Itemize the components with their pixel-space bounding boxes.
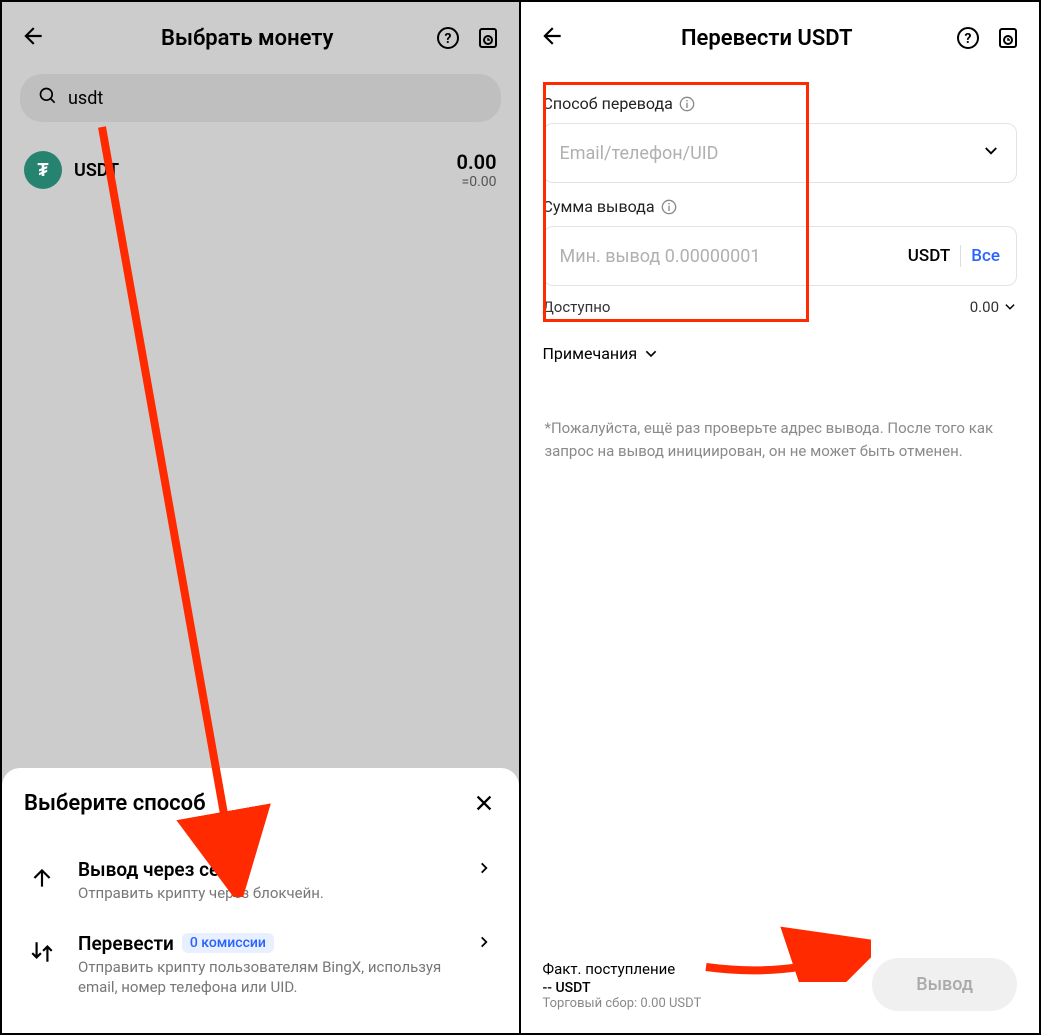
amount-field[interactable]: USDT Все — [543, 226, 1018, 286]
actual-receive-value: -- USDT — [543, 980, 702, 996]
disclaimer-text: *Пожалуйста, ещё раз проверьте адрес выв… — [543, 417, 1018, 462]
search-input[interactable] — [68, 88, 483, 109]
back-icon[interactable] — [20, 23, 46, 49]
chevron-down-icon — [643, 346, 659, 362]
chevron-right-icon — [477, 932, 497, 952]
submit-button[interactable]: Вывод — [872, 958, 1017, 1011]
swap-icon — [24, 932, 60, 972]
info-icon[interactable] — [661, 199, 677, 215]
divider — [960, 245, 961, 267]
page-title: Выбрать монету — [60, 26, 435, 51]
coin-balance-sub: =0.00 — [457, 174, 497, 190]
svg-text:?: ? — [965, 31, 972, 47]
currency-suffix: USDT — [908, 246, 950, 266]
option-desc: Отправить крипту пользователям BingX, ис… — [78, 957, 459, 998]
chevron-down-icon[interactable] — [982, 142, 1000, 164]
amount-input[interactable] — [560, 246, 898, 267]
history-icon[interactable] — [995, 25, 1021, 51]
coin-row[interactable]: ₮ USDT 0.00 =0.00 — [2, 122, 519, 190]
back-icon[interactable] — [539, 23, 565, 49]
fee-text: Торговый сбор: 0.00 USDT — [543, 996, 702, 1011]
chevron-right-icon — [477, 858, 497, 878]
method-input[interactable] — [560, 143, 973, 164]
search-icon — [38, 86, 58, 110]
history-icon[interactable] — [475, 25, 501, 51]
coin-symbol: USDT — [74, 160, 119, 181]
help-icon[interactable]: ? — [435, 25, 461, 51]
zero-fee-badge: 0 комиссии — [182, 933, 274, 953]
notes-label: Примечания — [543, 344, 638, 363]
option-desc: Отправить крипту через блокчейн. — [78, 883, 459, 903]
notes-toggle[interactable]: Примечания — [543, 344, 1018, 363]
method-label: Способ перевода — [543, 94, 673, 113]
all-button[interactable]: Все — [971, 246, 1000, 266]
option-transfer[interactable]: Перевести 0 комиссии Отправить крипту по… — [24, 918, 497, 1012]
usdt-coin-icon: ₮ — [24, 151, 62, 189]
svg-text:?: ? — [444, 31, 451, 47]
method-field[interactable] — [543, 123, 1018, 183]
method-sheet: Выберите способ Вывод через сеть Отправи… — [2, 768, 519, 1033]
page-title: Перевести USDT — [579, 26, 956, 51]
option-network-withdraw[interactable]: Вывод через сеть Отправить крипту через … — [24, 844, 497, 917]
info-icon[interactable] — [679, 96, 695, 112]
option-title: Перевести — [78, 932, 174, 955]
close-icon[interactable] — [471, 790, 497, 816]
option-title: Вывод через сеть — [78, 858, 239, 881]
available-value-toggle[interactable]: 0.00 — [970, 298, 1017, 316]
available-label: Доступно — [543, 298, 611, 316]
actual-receive-label: Факт. поступление — [543, 960, 702, 978]
help-icon[interactable]: ? — [955, 25, 981, 51]
sheet-title: Выберите способ — [24, 791, 206, 816]
amount-label: Сумма вывода — [543, 197, 655, 216]
search-box[interactable] — [20, 74, 501, 122]
coin-balance: 0.00 — [457, 150, 497, 174]
available-value: 0.00 — [970, 298, 999, 316]
arrow-up-icon — [24, 858, 60, 898]
